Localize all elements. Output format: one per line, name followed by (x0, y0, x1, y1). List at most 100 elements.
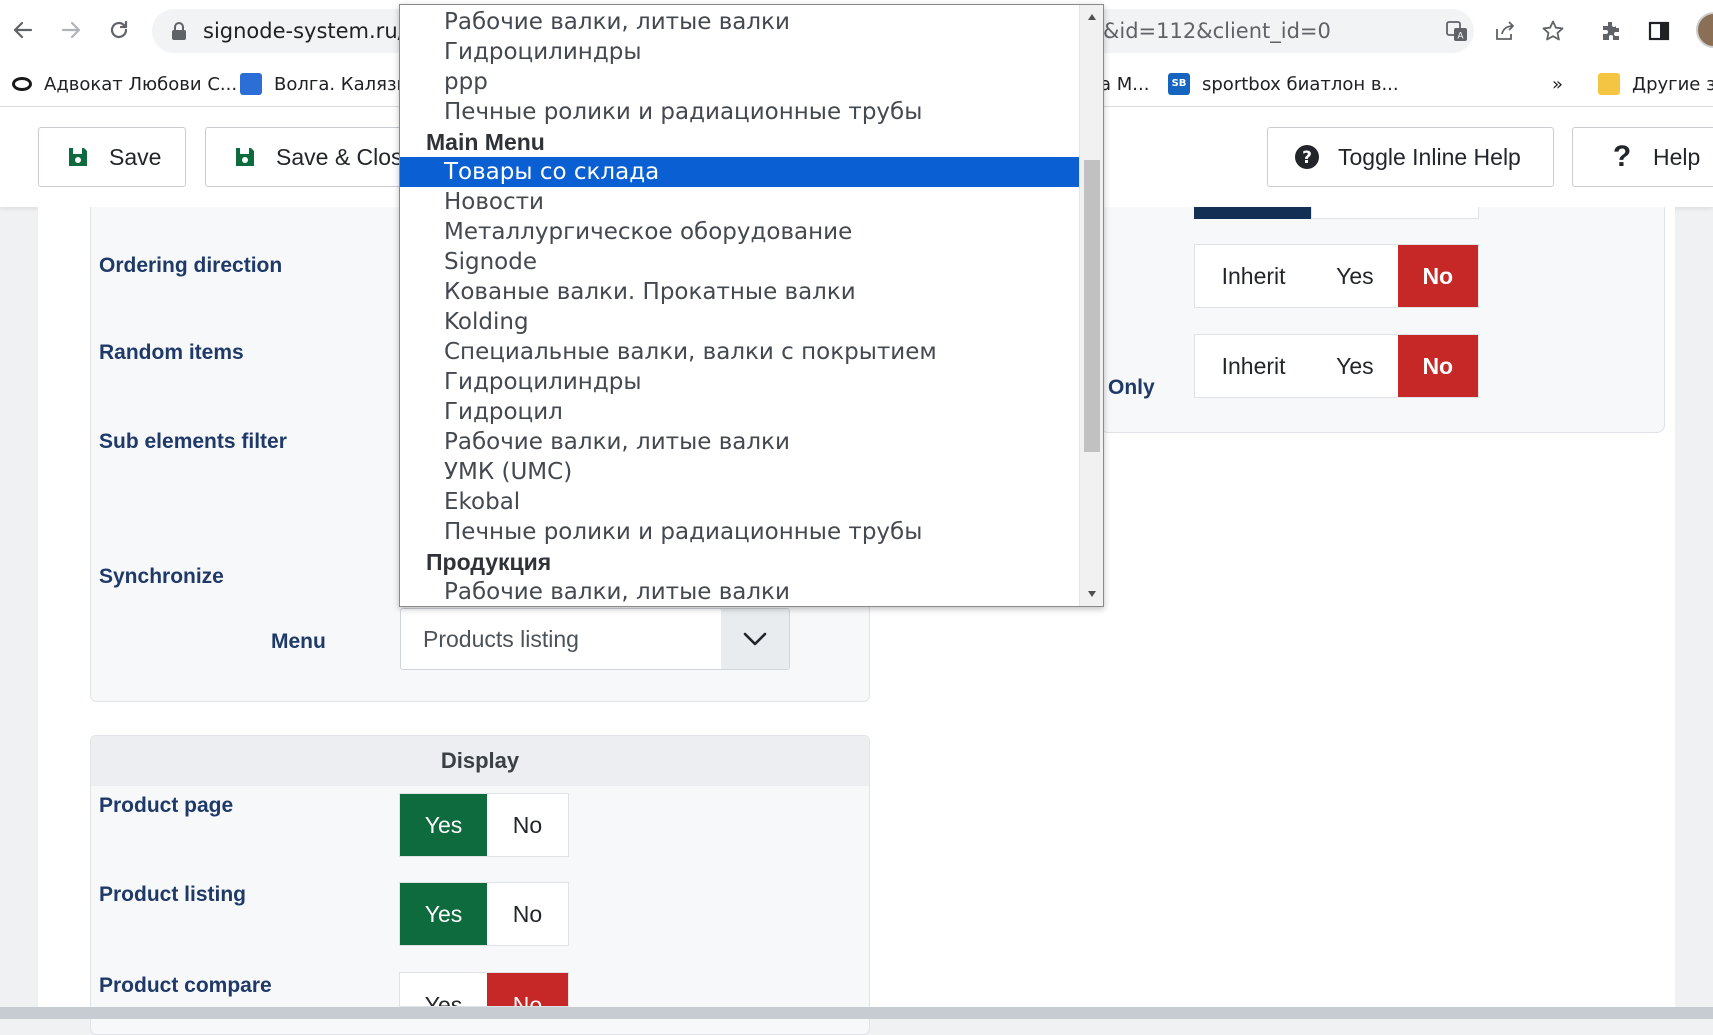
random-items-label: Random items (99, 341, 244, 364)
product-page-toggle[interactable]: Yes No (399, 793, 569, 857)
forward-button[interactable] (56, 15, 86, 45)
dropdown-option[interactable]: Signode (400, 247, 1079, 277)
dropdown-option[interactable]: Специальные валки, валки с покрытием (400, 337, 1079, 367)
only-label: Only (1108, 376, 1155, 399)
dropdown-option[interactable]: Гидроцил (400, 397, 1079, 427)
product-compare-label: Product compare (99, 974, 272, 997)
bookmark-label: а М... (1100, 73, 1150, 95)
arrow-left-icon (13, 21, 33, 39)
bookmark-favicon-icon (12, 77, 32, 91)
yes-option[interactable]: Yes (1312, 335, 1397, 397)
no-option[interactable]: No (486, 973, 568, 1006)
dropdown-option[interactable]: Рабочие валки, литые валки (400, 7, 1079, 37)
product-page-label: Product page (99, 794, 234, 817)
scroll-down-icon[interactable] (1080, 582, 1103, 606)
save-button-label: Save (109, 143, 162, 170)
inherit-toggle-1[interactable]: Inherit Yes No (1194, 244, 1479, 308)
no-option[interactable]: No (487, 883, 568, 945)
puzzle-icon[interactable] (1596, 16, 1626, 46)
dropdown-option[interactable]: УМК (UMC) (400, 457, 1079, 487)
url-text-tail[interactable]: &id=112&client_id=0 (1103, 19, 1331, 43)
chevron-down-icon[interactable] (721, 609, 789, 669)
dropdown-group-label: Продукция (426, 549, 552, 575)
scrollbar-thumb[interactable] (1084, 160, 1100, 452)
star-icon[interactable] (1540, 18, 1566, 44)
bookmark-item[interactable]: SB sportbox биатлон в... (1168, 70, 1399, 98)
product-listing-label: Product listing (99, 883, 246, 906)
dropdown-option[interactable]: Металлургическое оборудование (400, 217, 1079, 247)
back-button[interactable] (8, 15, 38, 45)
bookmark-label: Адвокат Любови С... (44, 73, 238, 95)
panel-tab-active[interactable] (1194, 207, 1311, 219)
dropdown-scrollbar[interactable] (1079, 5, 1103, 606)
dropdown-options: Рабочие валки, литые валки Гидроцилиндры р… (400, 7, 1079, 606)
bookmark-label: sportbox биатлон в... (1202, 73, 1399, 95)
yes-option[interactable]: Yes (400, 973, 487, 1007)
inherit-option[interactable]: Inherit (1195, 335, 1312, 397)
toggle-inline-help-button[interactable]: ? Toggle Inline Help (1267, 127, 1554, 187)
dropdown-option[interactable]: Ekobal (400, 487, 1079, 517)
reload-icon (110, 20, 128, 39)
product-listing-toggle[interactable]: Yes No (399, 882, 569, 946)
dropdown-option[interactable]: Новости (400, 187, 1079, 217)
inherit-option[interactable]: Inherit (1195, 245, 1312, 307)
bookmark-item[interactable]: Адвокат Любови С... (12, 70, 237, 98)
synchronize-label: Synchronize (99, 565, 224, 588)
dropdown-option[interactable]: Печные ролики и радиационные трубы (400, 517, 1079, 547)
scroll-up-icon[interactable] (1080, 5, 1103, 29)
ordering-direction-label: Ordering direction (99, 254, 283, 277)
dropdown-option[interactable]: Гидроцилиндры (400, 37, 1079, 67)
dropdown-group-label: Main Menu (426, 129, 545, 155)
dropdown-option[interactable]: ррр (400, 67, 1079, 97)
share-icon[interactable] (1492, 18, 1518, 44)
folder-icon (1598, 73, 1620, 95)
question-mark-icon: ? (1612, 140, 1632, 173)
dropdown-option[interactable]: Рабочие валки, литые валки (400, 427, 1079, 457)
dropdown-option[interactable]: Kolding (400, 307, 1079, 337)
dropdown-option[interactable]: Рабочие валки, литые валки (400, 577, 1079, 606)
floppy-disk-icon (65, 144, 91, 170)
side-panel-icon[interactable] (1644, 16, 1674, 46)
yes-option[interactable]: Yes (1312, 245, 1397, 307)
bookmark-item[interactable]: Волга. Калязин (240, 70, 420, 98)
save-close-button[interactable]: Save & Close (205, 127, 425, 187)
right-options-panel (1100, 207, 1665, 433)
translate-icon[interactable]: A (1444, 18, 1470, 44)
bookmark-favicon-icon (240, 73, 262, 95)
dropdown-option[interactable]: Гидроцилиндры (400, 367, 1079, 397)
profile-avatar[interactable] (1696, 12, 1713, 48)
bookmark-label: Другие за (1632, 73, 1713, 95)
panel-tab[interactable] (1311, 207, 1479, 219)
help-button[interactable]: ? Help (1572, 127, 1713, 187)
help-button-label: Help (1653, 143, 1701, 170)
question-circle-icon: ? (1294, 144, 1320, 170)
bookmark-folder[interactable]: Другие за (1598, 70, 1713, 98)
no-option[interactable]: No (487, 794, 568, 856)
menu-dropdown-list[interactable]: Рабочие валки, литые валки Гидроцилиндры р… (399, 4, 1104, 607)
floppy-disk-icon (232, 144, 258, 170)
toggle-inline-help-label: Toggle Inline Help (1338, 143, 1521, 170)
menu-label: Menu (271, 630, 326, 653)
dropdown-option[interactable]: Товары со склада (400, 157, 1079, 187)
arrow-right-icon (61, 21, 81, 39)
bookmark-favicon-icon: SB (1168, 73, 1190, 95)
dropdown-option[interactable]: Печные ролики и радиационные трубы (400, 97, 1079, 127)
save-button[interactable]: Save (38, 127, 186, 187)
yes-option[interactable]: Yes (400, 794, 487, 856)
yes-option[interactable]: Yes (400, 883, 487, 945)
menu-select-value: Products listing (423, 626, 579, 652)
menu-select[interactable]: Products listing (400, 608, 790, 670)
bookmarks-more-button[interactable]: » (1552, 70, 1563, 98)
reload-button[interactable] (104, 15, 134, 45)
inherit-toggle-2[interactable]: Inherit Yes No (1194, 334, 1479, 398)
sub-elements-filter-label: Sub elements filter (99, 430, 287, 453)
svg-text:A: A (1457, 32, 1464, 42)
url-text[interactable]: signode-system.ru/4/ (203, 19, 425, 43)
no-option[interactable]: No (1397, 245, 1478, 307)
dropdown-option[interactable]: Кованые валки. Прокатные валки (400, 277, 1079, 307)
lock-icon[interactable] (166, 18, 192, 44)
bookmarks-more-label: » (1552, 73, 1564, 95)
bookmark-item[interactable]: а М... (1100, 70, 1149, 98)
product-compare-toggle[interactable]: Yes No (399, 972, 569, 1007)
no-option[interactable]: No (1397, 335, 1478, 397)
